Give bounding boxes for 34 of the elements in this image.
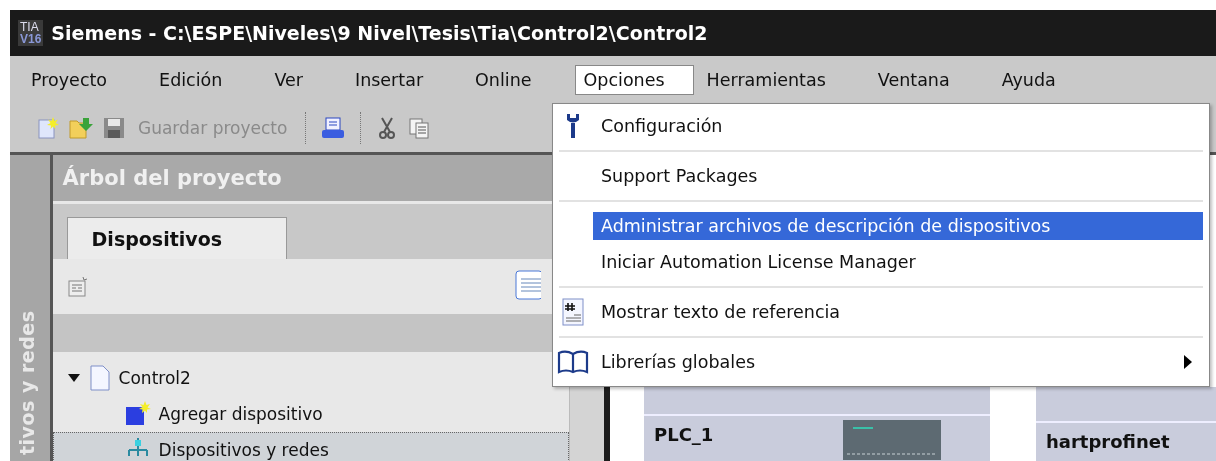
menu-entry[interactable]: Mostrar texto de referencia [593,298,1203,326]
document-icon [88,365,111,391]
menu-entry[interactable]: Configuración [593,112,1203,140]
menu-item[interactable]: Ayuda [992,65,1067,95]
save-icon[interactable] [102,116,126,140]
expand-caret-icon[interactable] [66,373,81,383]
device-card[interactable]: hartprofinet [1036,387,1216,461]
menu-entry[interactable]: Administrar archivos de descripción de dispositivos [593,212,1203,240]
reference-text-icon [561,298,585,326]
add-device-icon [124,401,151,427]
submenu-arrow-icon [1183,354,1193,370]
tree-item[interactable]: Control2 [118,368,191,388]
tree-item[interactable]: Dispositivos y redes [52,432,569,461]
device-name: PLC_1 [654,423,714,445]
device-name: hartprofinet [1046,430,1170,452]
menu-item[interactable]: Proyecto [22,65,119,95]
tree-item[interactable]: Agregar dispositivo [52,396,569,432]
menu-entry[interactable]: Librerías globales [593,348,1203,376]
menu-item[interactable]: Insertar [345,65,435,95]
menu-item[interactable]: Ventana [868,65,961,95]
devices-tab[interactable]: Dispositivos [66,217,287,259]
copy-icon[interactable] [407,116,432,140]
book-icon [557,350,589,374]
app-logo: TIA V16 [18,20,44,46]
menu-entry[interactable]: Iniciar Automation License Manager [593,248,1203,276]
menu-item[interactable]: Herramientas [697,65,837,95]
menu-item[interactable]: Ver [265,65,314,95]
menu-item[interactable]: Edición [150,65,234,95]
menu-item[interactable]: Online [466,65,543,95]
wrench-icon [565,113,581,139]
printer-icon[interactable] [320,116,347,140]
menu-item[interactable]: Opciones [574,65,694,95]
window-title: Siemens - C:\ESPE\Niveles\9 Nivel\Tesis\Tia\Control2\Control2 [51,22,708,44]
device-card[interactable]: PLC_1 [644,387,990,461]
